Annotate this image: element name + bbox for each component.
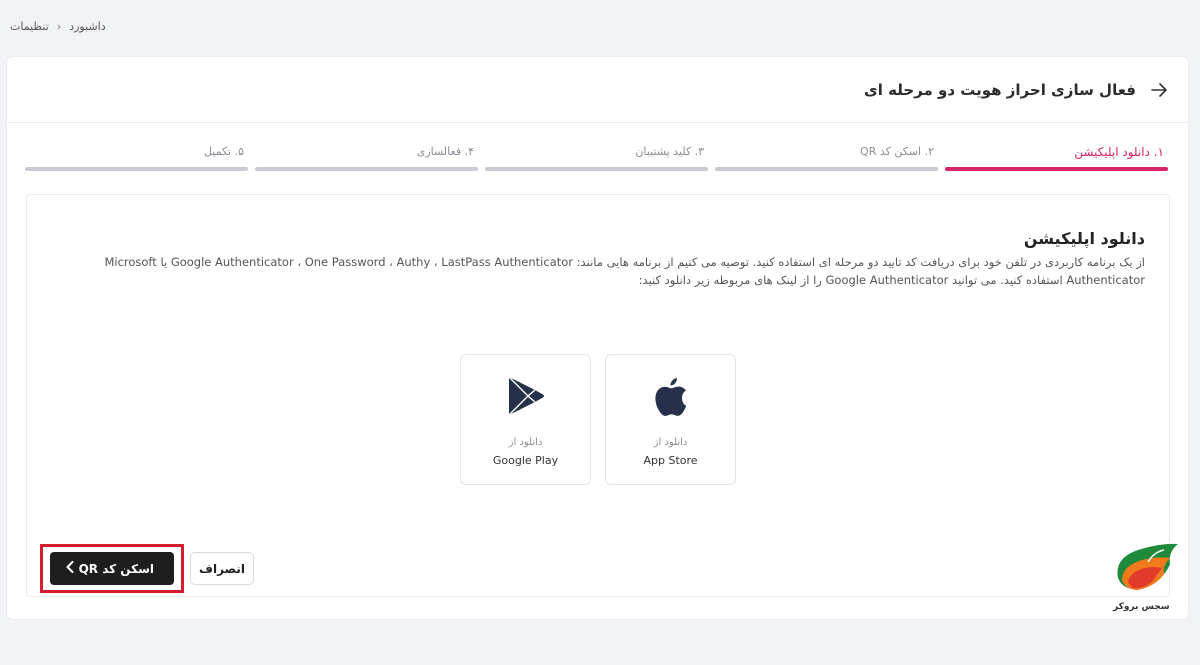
content-description: از یک برنامه کاربردی در تلفن خود برای در… bbox=[51, 253, 1145, 289]
step-backup-key: ۳. کلید پشتیبان bbox=[485, 145, 708, 171]
chevron-left-icon bbox=[66, 561, 74, 576]
breadcrumb-item-settings[interactable]: تنظیمات bbox=[10, 20, 49, 33]
app-store-link[interactable]: دانلود از App Store bbox=[605, 354, 736, 485]
cancel-button[interactable]: انصراف bbox=[190, 552, 254, 585]
scan-qr-button[interactable]: اسکن کد QR bbox=[50, 552, 174, 585]
step-progress-bar bbox=[255, 167, 478, 171]
page-title: فعال سازی احراز هویت دو مرحله ای bbox=[864, 80, 1136, 99]
card-header: فعال سازی احراز هویت دو مرحله ای bbox=[7, 57, 1188, 123]
breadcrumb-separator: › bbox=[56, 20, 62, 33]
step-content: دانلود اپلیکیشن از یک برنامه کاربردی در … bbox=[26, 194, 1170, 597]
back-arrow-icon[interactable] bbox=[1150, 81, 1168, 99]
breadcrumb: تنظیمات › داشبورد bbox=[10, 20, 106, 33]
step-download-app: ۱. دانلود اپلیکیشن bbox=[945, 145, 1168, 171]
step-progress-bar bbox=[715, 167, 938, 171]
content-title: دانلود اپلیکیشن bbox=[1023, 229, 1145, 248]
step-activation: ۴. فعالسازی bbox=[255, 145, 478, 171]
store-from-label: دانلود از bbox=[508, 437, 543, 448]
two-factor-card: فعال سازی احراز هویت دو مرحله ای ۱. دانل… bbox=[6, 56, 1189, 620]
store-links: دانلود از Google Play دانلود از App Stor… bbox=[460, 354, 736, 485]
step-label: ۳. کلید پشتیبان bbox=[635, 145, 704, 158]
step-progress-bar bbox=[25, 167, 248, 171]
breadcrumb-item-dashboard[interactable]: داشبورد bbox=[69, 20, 105, 33]
highlight-box: اسکن کد QR bbox=[40, 544, 184, 593]
store-from-label: دانلود از bbox=[653, 437, 688, 448]
step-scan-qr: ۲. اسکن کد QR bbox=[715, 145, 938, 171]
step-label: ۱. دانلود اپلیکیشن bbox=[1074, 145, 1164, 159]
description-line: Authenticator استفاده کنید. می توانید Go… bbox=[638, 273, 1145, 287]
description-line: از یک برنامه کاربردی در تلفن خود برای در… bbox=[104, 255, 1145, 269]
step-label: ۵. تکمیل bbox=[203, 145, 244, 158]
store-name: Google Play bbox=[492, 454, 559, 467]
stepper: ۱. دانلود اپلیکیشن ۲. اسکن کد QR ۳. کلید… bbox=[25, 145, 1168, 171]
step-label: ۲. اسکن کد QR bbox=[860, 145, 934, 158]
scan-qr-label: اسکن کد QR bbox=[78, 561, 154, 576]
store-name: App Store bbox=[643, 454, 698, 467]
google-play-link[interactable]: دانلود از Google Play bbox=[460, 354, 591, 485]
watermark-text: سجس بروکر bbox=[1113, 602, 1170, 612]
step-label: ۴. فعالسازی bbox=[416, 145, 474, 158]
step-complete: ۵. تکمیل bbox=[25, 145, 248, 171]
apple-icon bbox=[654, 373, 688, 419]
step-progress-bar bbox=[485, 167, 708, 171]
footer-actions: اسکن کد QR انصراف bbox=[40, 544, 254, 593]
google-play-icon bbox=[506, 373, 546, 419]
step-progress-bar bbox=[945, 167, 1168, 171]
